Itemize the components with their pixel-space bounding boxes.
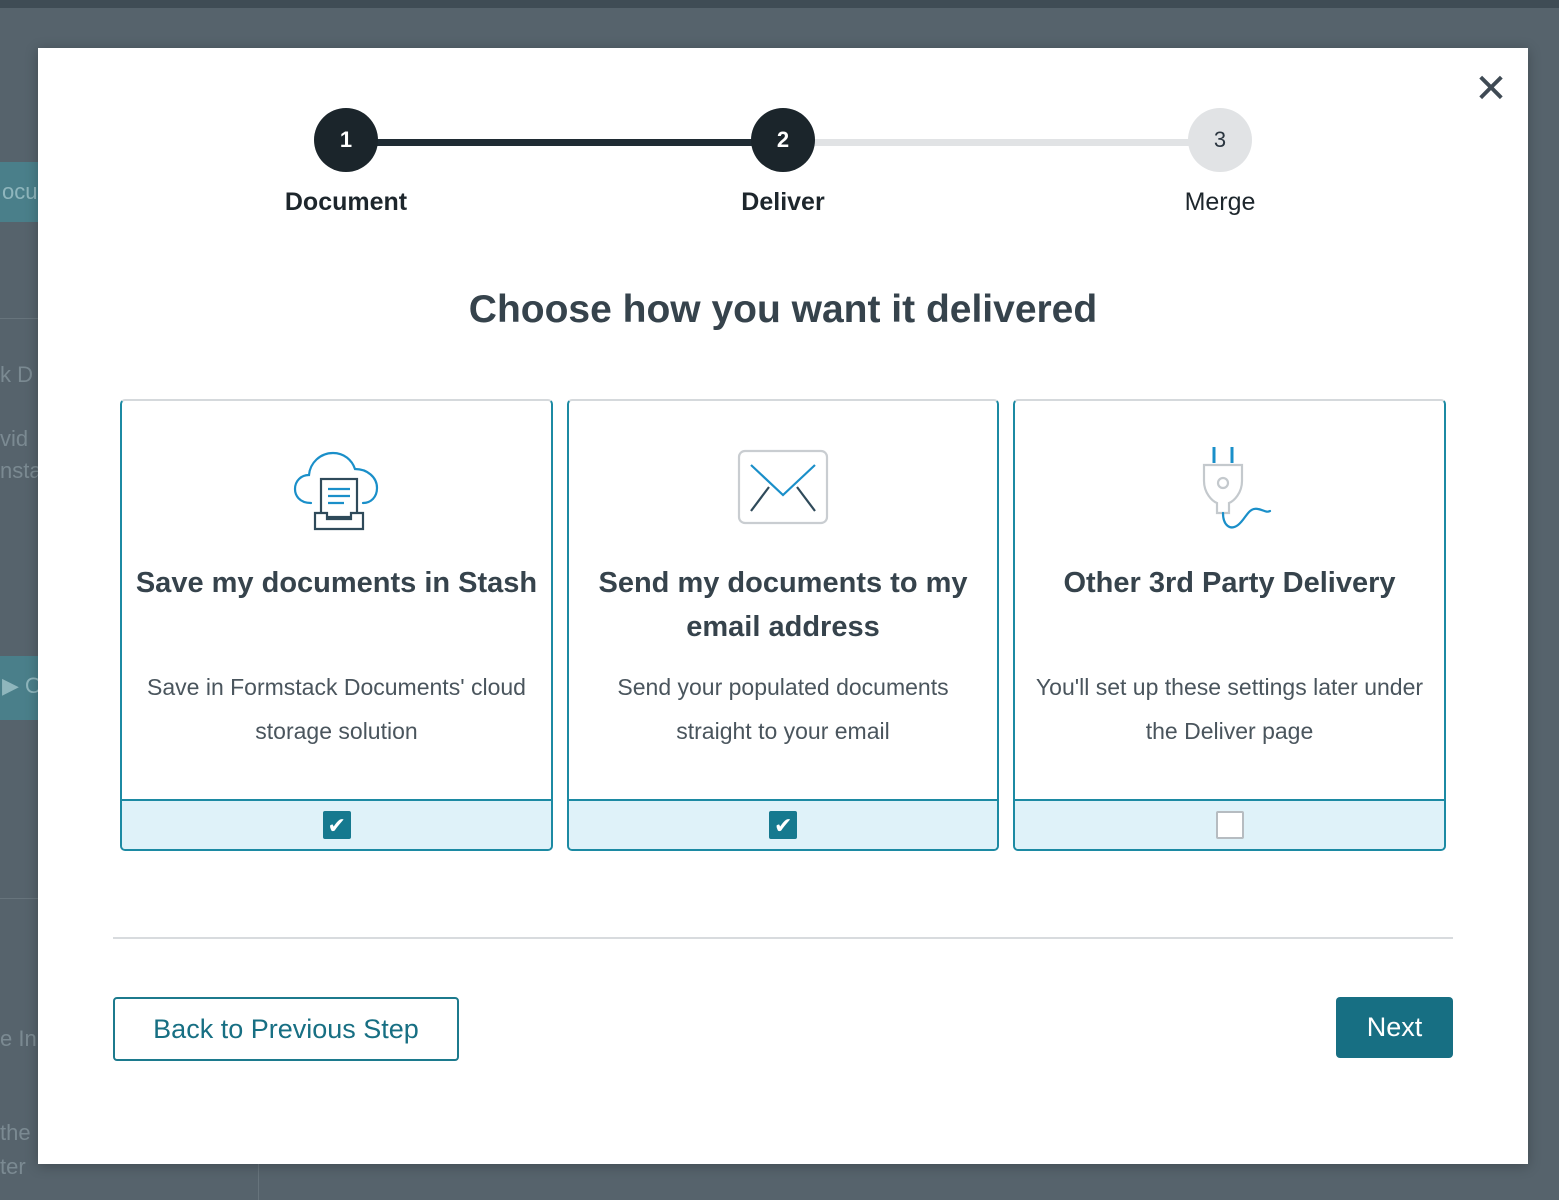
background-text: the [0,1120,31,1145]
option-description: You'll set up these settings later under… [1035,674,1424,744]
background-button: ▶ O [0,656,40,720]
option-title: Send my documents to my email address [598,567,968,643]
step-number: 3 [1188,108,1252,172]
step-merge: 3 Merge [1120,108,1320,217]
step-deliver: 2 Deliver [683,108,883,217]
progress-stepper: 1 Document 2 Deliver 3 Merge [38,108,1528,228]
plug-icon [1015,441,1444,537]
step-document: 1 Document [246,108,446,217]
option-select-bar[interactable]: ✔ [122,799,551,849]
option-card-email[interactable]: Send my documents to my email address Se… [567,399,999,851]
background-topbar [0,0,1559,8]
background-text: nsta [0,458,38,483]
background-text: e In [0,1026,37,1051]
option-select-bar[interactable] [1015,799,1444,849]
page-title: Choose how you want it delivered [468,288,1098,331]
background-divider [0,318,40,319]
close-icon[interactable]: ✕ [1474,69,1508,109]
step-label: Deliver [741,188,825,216]
background-tab: ocu [0,162,40,222]
check-icon: ✔ [774,813,793,838]
option-card-third-party[interactable]: Other 3rd Party Delivery You'll set up t… [1013,399,1446,851]
background-text: k D [0,362,33,387]
option-card-stash[interactable]: Save my documents in Stash Save in Forms… [120,399,553,851]
stash-checkbox[interactable]: ✔ [322,811,351,839]
background-text: ter [0,1154,26,1179]
next-button[interactable]: Next [1336,997,1453,1058]
option-description: Send your populated documents straight t… [617,674,949,744]
option-select-bar[interactable]: ✔ [569,799,997,849]
step-label: Merge [1184,188,1256,216]
footer-divider [113,937,1453,939]
step-number: 2 [751,108,815,172]
back-to-previous-step-button[interactable]: Back to Previous Step [113,997,459,1061]
delivery-wizard-modal: ✕ 1 Document 2 Deliver 3 Merge Choose ho… [38,48,1528,1164]
email-checkbox[interactable]: ✔ [769,811,797,839]
background-text: vid [0,426,29,451]
envelope-icon [569,441,997,537]
background-divider [258,1164,259,1200]
option-title: Other 3rd Party Delivery [1063,567,1396,599]
option-title: Save my documents in Stash [135,567,538,599]
step-label: Document [284,188,408,216]
check-icon: ✔ [327,813,346,838]
step-number: 1 [314,108,378,172]
background-divider [0,898,40,899]
third-party-checkbox[interactable] [1215,811,1244,839]
option-description: Save in Formstack Documents' cloud stora… [147,674,526,744]
cloud-storage-icon [122,441,551,537]
